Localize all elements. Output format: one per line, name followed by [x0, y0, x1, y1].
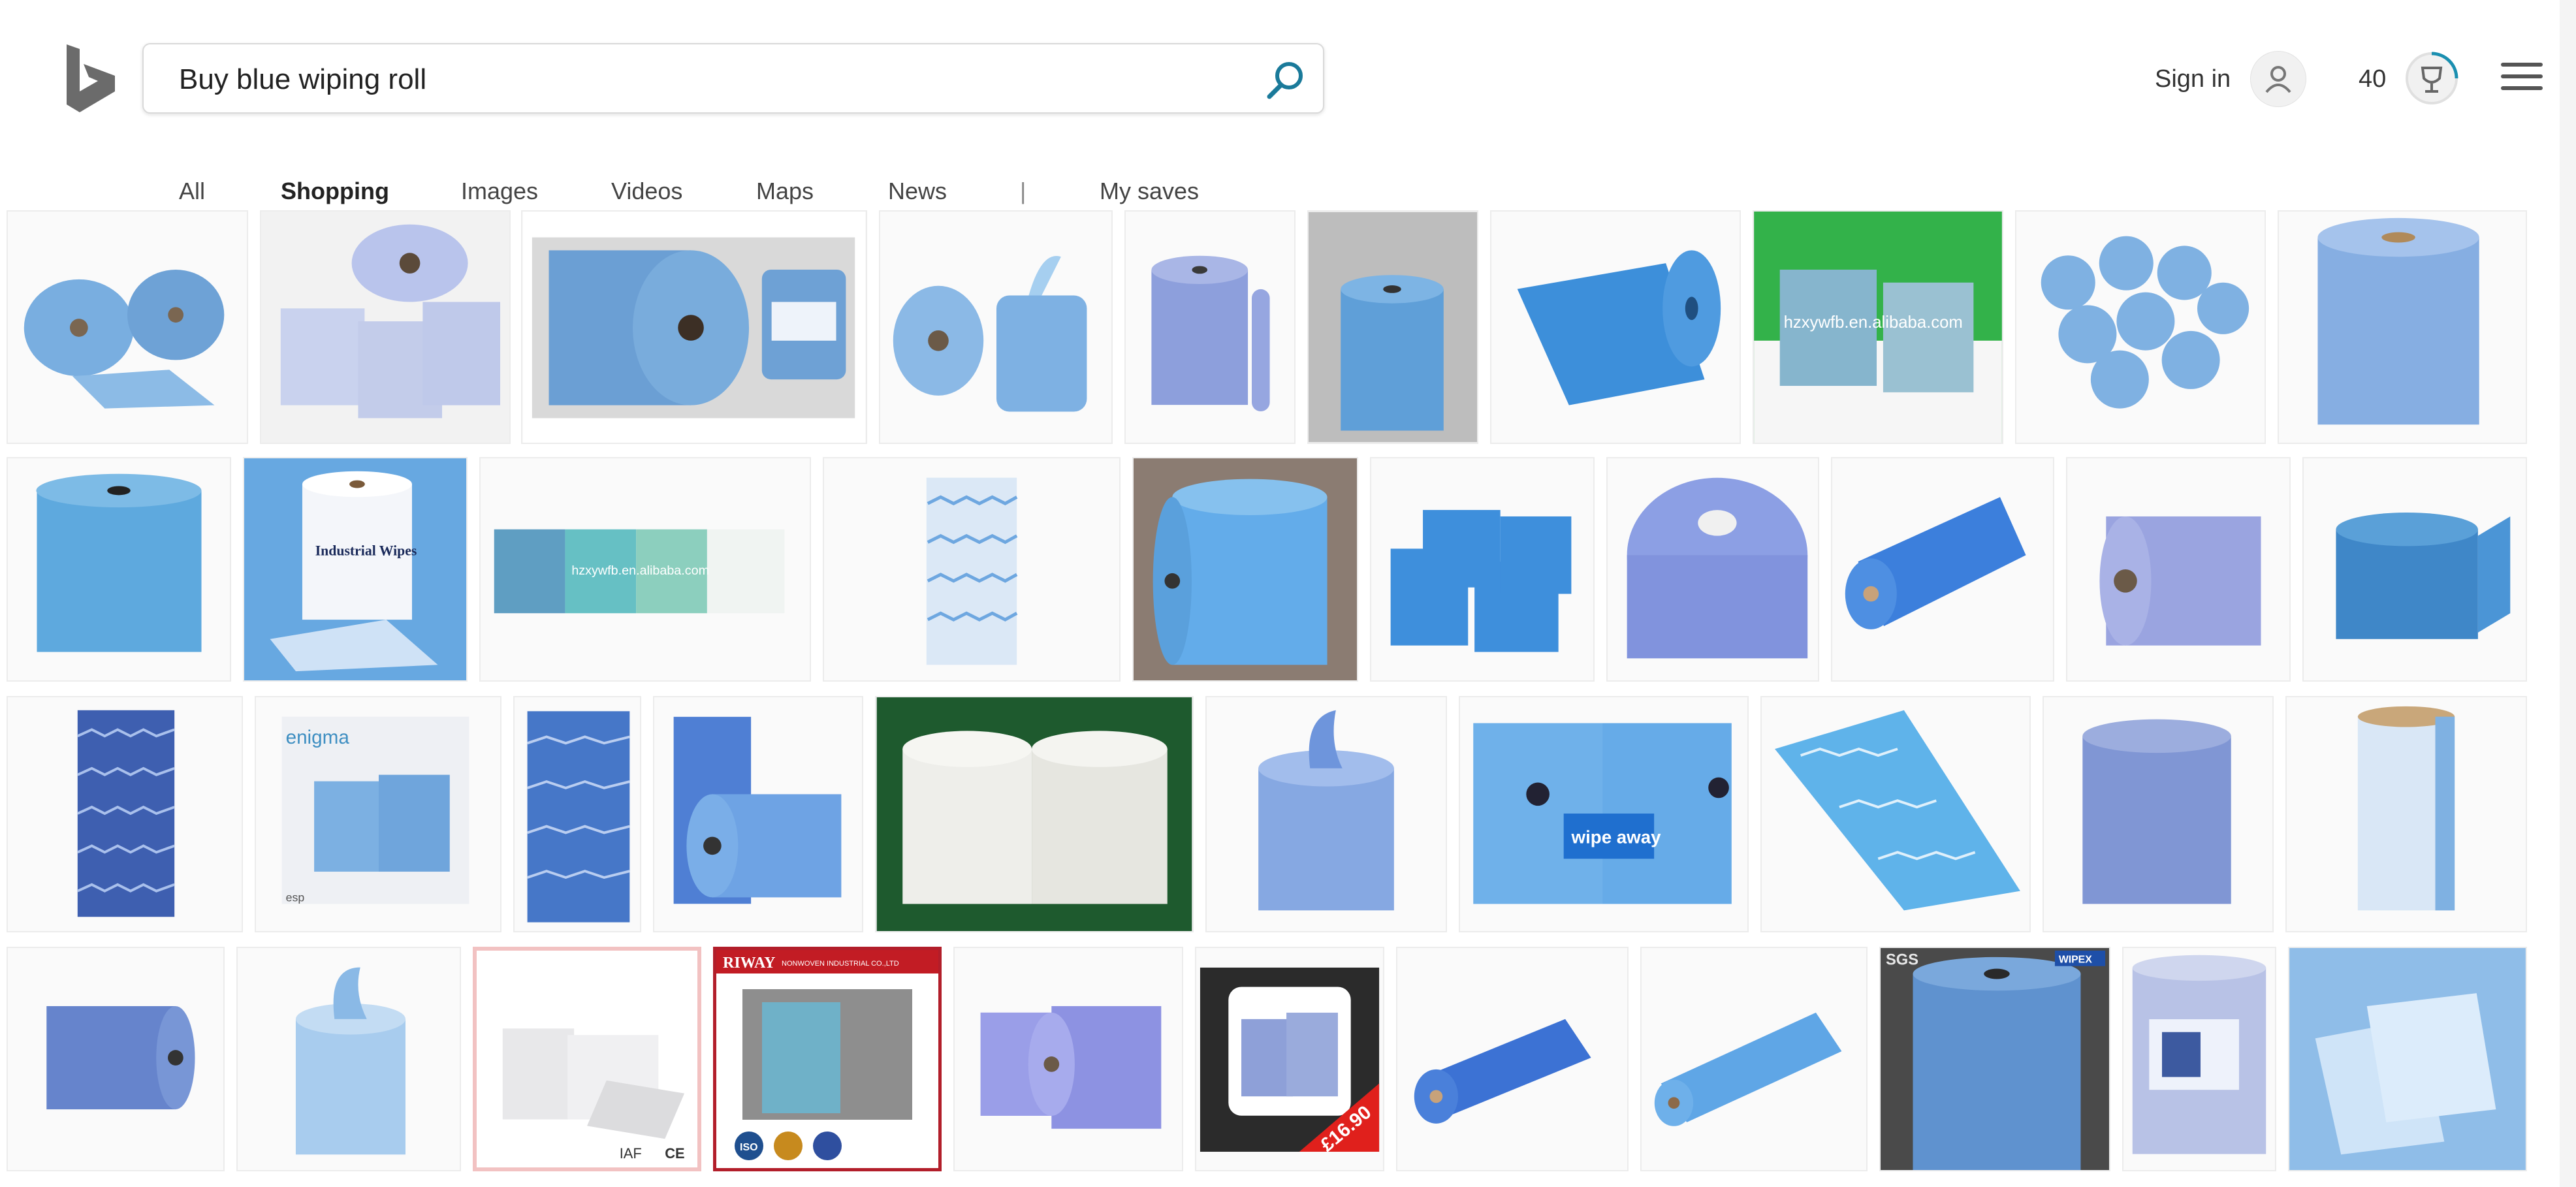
- product-image[interactable]: Industrial Wipes: [243, 457, 468, 682]
- tab-images[interactable]: Images: [461, 178, 538, 205]
- rewards-trophy-icon[interactable]: [2403, 50, 2460, 107]
- product-image[interactable]: [1640, 947, 1868, 1171]
- product-image[interactable]: [875, 696, 1194, 932]
- search-icon[interactable]: [1264, 59, 1306, 101]
- product-image[interactable]: [1831, 457, 2054, 682]
- product-image[interactable]: [2285, 696, 2527, 932]
- product-image[interactable]: RIWAY NONWOVEN INDUSTRIAL CO.,LTD ISO: [713, 947, 942, 1171]
- product-image[interactable]: [2288, 947, 2527, 1171]
- product-image[interactable]: [2302, 457, 2527, 682]
- product-image[interactable]: £16.90: [1195, 947, 1384, 1171]
- product-image[interactable]: wipe away: [1459, 696, 1749, 932]
- menu-icon[interactable]: [2501, 63, 2543, 94]
- product-image[interactable]: [953, 947, 1183, 1171]
- watermark-text: hzxywfb.en.alibaba.com: [571, 563, 709, 578]
- tab-videos[interactable]: Videos: [611, 178, 682, 205]
- product-image[interactable]: [1370, 457, 1595, 682]
- product-image[interactable]: [1124, 210, 1296, 444]
- riway-logo: RIWAY: [723, 955, 775, 972]
- product-image[interactable]: [2015, 210, 2266, 444]
- sgs-mark: SGS: [1886, 952, 1918, 969]
- iaf-ce-marks: IAF: [620, 1145, 642, 1162]
- product-image[interactable]: [2122, 947, 2276, 1171]
- tab-separator: |: [1020, 178, 1026, 204]
- sign-in-link[interactable]: Sign in: [2155, 65, 2231, 93]
- user-icon: [2265, 66, 2291, 93]
- product-image[interactable]: [2278, 210, 2527, 444]
- product-image[interactable]: [1760, 696, 2031, 932]
- product-image[interactable]: [513, 696, 641, 932]
- product-image[interactable]: [7, 696, 243, 932]
- tab-shopping[interactable]: Shopping: [281, 178, 389, 214]
- product-image[interactable]: [1132, 457, 1358, 682]
- product-image[interactable]: [521, 210, 867, 444]
- product-image[interactable]: IAF CE: [473, 947, 701, 1171]
- product-image[interactable]: [7, 457, 231, 682]
- tab-all[interactable]: All: [179, 178, 205, 205]
- product-image[interactable]: enigma esp: [255, 696, 501, 932]
- product-image[interactable]: [236, 947, 461, 1171]
- industrial-wipes-label: Industrial Wipes: [315, 543, 417, 558]
- product-image[interactable]: [1307, 210, 1478, 444]
- esp-logo-text: esp: [286, 891, 305, 904]
- watermark-text: hzxywfb.en.alibaba.com: [1784, 313, 1963, 332]
- riway-subtitle: NONWOVEN INDUSTRIAL CO.,LTD: [782, 960, 899, 968]
- tab-maps[interactable]: Maps: [756, 178, 814, 205]
- product-image[interactable]: [260, 210, 511, 444]
- tab-my-saves[interactable]: My saves: [1100, 178, 1199, 205]
- product-image[interactable]: hzxywfb.en.alibaba.com: [479, 457, 811, 682]
- product-image[interactable]: [1490, 210, 1741, 444]
- product-image[interactable]: [2066, 457, 2291, 682]
- page-scrollbar[interactable]: [2560, 0, 2576, 1187]
- product-image[interactable]: hzxywfb.en.alibaba.com: [1753, 210, 2003, 444]
- iso-mark: ISO: [740, 1142, 758, 1153]
- ce-mark: CE: [665, 1145, 684, 1162]
- wipex-mark: WIPEX: [2059, 955, 2092, 966]
- product-image[interactable]: SGS WIPEX: [1879, 947, 2110, 1171]
- wipe-away-label: wipe away: [1571, 827, 1662, 847]
- product-image[interactable]: [1606, 457, 1819, 682]
- rewards-points[interactable]: 40: [2359, 65, 2386, 93]
- product-image[interactable]: [1396, 947, 1629, 1171]
- product-image[interactable]: [1205, 696, 1447, 932]
- bing-logo[interactable]: [64, 44, 119, 112]
- product-image[interactable]: [2043, 696, 2274, 932]
- product-image[interactable]: [823, 457, 1121, 682]
- avatar[interactable]: [2250, 51, 2306, 107]
- product-image[interactable]: [7, 947, 225, 1171]
- product-image[interactable]: [653, 696, 863, 932]
- product-image[interactable]: [7, 210, 248, 444]
- enigma-logo-text: enigma: [286, 727, 350, 748]
- tab-news[interactable]: News: [888, 178, 947, 205]
- search-input[interactable]: [178, 56, 1225, 103]
- search-box[interactable]: [142, 43, 1324, 114]
- product-image[interactable]: [879, 210, 1113, 444]
